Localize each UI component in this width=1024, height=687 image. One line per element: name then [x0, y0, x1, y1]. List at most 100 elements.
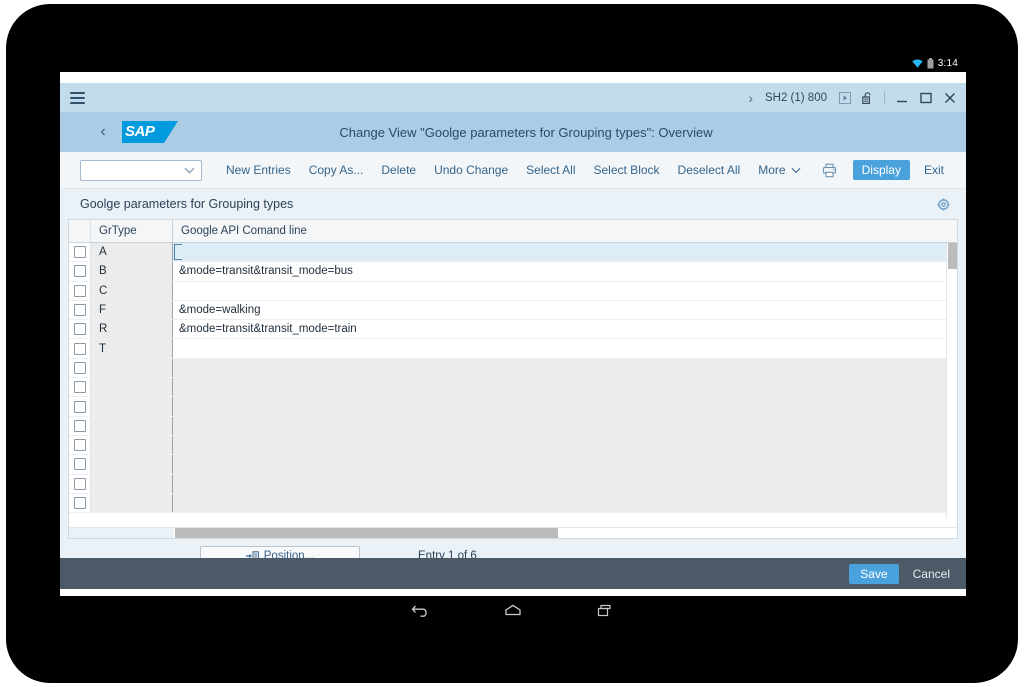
row-select-cell[interactable]	[69, 320, 91, 339]
more-button[interactable]: More	[749, 160, 809, 181]
row-checkbox[interactable]	[73, 304, 86, 317]
row-select-cell[interactable]	[69, 300, 91, 320]
table-row[interactable]: T	[69, 339, 957, 359]
row-grtype-cell[interactable]	[91, 455, 173, 474]
select-all-button[interactable]: Select All	[517, 160, 584, 181]
row-command-cell[interactable]	[173, 397, 957, 416]
row-command-cell[interactable]	[173, 435, 957, 455]
row-grtype-cell[interactable]	[91, 435, 173, 455]
row-grtype-cell[interactable]	[91, 358, 173, 378]
play-in-box-icon[interactable]	[839, 91, 851, 104]
save-button[interactable]: Save	[849, 563, 899, 584]
row-select-cell[interactable]	[69, 243, 91, 262]
row-select-cell[interactable]	[69, 281, 91, 300]
undo-change-button[interactable]: Undo Change	[425, 160, 517, 181]
back-chevron-icon[interactable]: ‹	[92, 123, 114, 141]
vertical-scrollbar-thumb[interactable]	[948, 243, 957, 269]
row-select-cell[interactable]	[69, 493, 91, 513]
row-checkbox[interactable]	[73, 400, 86, 413]
row-select-cell[interactable]	[69, 416, 91, 435]
close-icon[interactable]	[944, 92, 956, 104]
row-select-cell[interactable]	[69, 262, 91, 281]
recent-apps-icon[interactable]	[559, 596, 651, 625]
table-row-empty[interactable]	[69, 358, 957, 379]
table-row[interactable]: C	[69, 281, 957, 301]
printer-icon[interactable]	[812, 163, 847, 178]
row-grtype-cell[interactable]: A	[91, 243, 173, 262]
horizontal-scrollbar-thumb[interactable]	[175, 528, 558, 538]
table-row[interactable]: R &mode=transit&transit_mode=train	[69, 320, 957, 340]
table-row-empty[interactable]	[69, 397, 957, 417]
table-row-empty[interactable]	[69, 474, 957, 494]
hamburger-menu-icon[interactable]	[70, 91, 85, 104]
row-grtype-cell[interactable]: R	[91, 320, 173, 339]
row-select-cell[interactable]	[69, 474, 91, 493]
home-icon[interactable]	[467, 596, 559, 625]
row-grtype-cell[interactable]: F	[91, 300, 173, 320]
row-checkbox[interactable]	[73, 439, 86, 452]
row-select-cell[interactable]	[69, 455, 91, 474]
row-command-cell[interactable]	[173, 474, 957, 493]
row-command-cell[interactable]	[173, 339, 957, 358]
row-grtype-cell[interactable]: B	[91, 262, 173, 281]
row-grtype-cell[interactable]	[91, 474, 173, 493]
row-command-cell[interactable]	[173, 358, 957, 378]
gear-icon[interactable]	[937, 197, 950, 211]
row-grtype-cell[interactable]	[91, 416, 173, 435]
row-checkbox[interactable]	[73, 265, 86, 278]
row-checkbox[interactable]	[73, 381, 86, 394]
row-select-cell[interactable]	[69, 358, 91, 378]
table-row-empty[interactable]	[69, 416, 957, 436]
row-grtype-cell[interactable]: C	[91, 281, 173, 300]
cancel-button[interactable]: Cancel	[907, 564, 956, 584]
maximize-icon[interactable]	[920, 92, 932, 104]
table-row[interactable]: B &mode=transit&transit_mode=bus	[69, 262, 957, 282]
table-row-empty[interactable]	[69, 378, 957, 398]
row-grtype-cell[interactable]: T	[91, 339, 173, 358]
table-row-empty[interactable]	[69, 435, 957, 456]
row-command-cell[interactable]: &mode=transit&transit_mode=bus	[173, 262, 957, 281]
exit-button[interactable]: Exit	[914, 163, 952, 177]
unlocked-padlock-icon[interactable]	[862, 91, 873, 105]
row-checkbox[interactable]	[73, 361, 86, 374]
row-checkbox[interactable]	[73, 477, 86, 490]
table-row[interactable]: A	[69, 243, 957, 263]
row-command-cell[interactable]	[173, 243, 957, 262]
select-block-button[interactable]: Select Block	[585, 160, 669, 181]
row-select-cell[interactable]	[69, 397, 91, 416]
table-row-empty[interactable]	[69, 493, 957, 514]
row-command-cell[interactable]	[173, 416, 957, 435]
minimize-icon[interactable]	[896, 92, 908, 104]
table-row[interactable]: F &mode=walking	[69, 300, 957, 321]
row-command-cell[interactable]	[173, 378, 957, 397]
row-select-cell[interactable]	[69, 378, 91, 397]
row-checkbox[interactable]	[73, 284, 86, 297]
row-checkbox[interactable]	[73, 419, 86, 432]
row-select-cell[interactable]	[69, 435, 91, 455]
row-select-cell[interactable]	[69, 339, 91, 358]
delete-button[interactable]: Delete	[372, 160, 425, 181]
row-grtype-cell[interactable]	[91, 378, 173, 397]
new-entries-button[interactable]: New Entries	[217, 160, 300, 181]
table-row-empty[interactable]	[69, 455, 957, 475]
row-command-cell[interactable]	[173, 455, 957, 474]
row-checkbox[interactable]	[73, 342, 86, 355]
row-checkbox[interactable]	[73, 458, 86, 471]
row-grtype-cell[interactable]	[91, 397, 173, 416]
row-command-cell[interactable]	[173, 281, 957, 300]
row-checkbox[interactable]	[73, 497, 86, 509]
table-vertical-scrollbar[interactable]	[946, 243, 957, 518]
row-checkbox[interactable]	[73, 246, 86, 259]
row-command-cell[interactable]: &mode=walking	[173, 300, 957, 320]
copy-as-button[interactable]: Copy As...	[300, 160, 373, 181]
variant-select[interactable]	[80, 159, 202, 181]
chevron-right-icon[interactable]: ›	[748, 90, 753, 106]
row-grtype-cell[interactable]	[91, 493, 173, 513]
row-command-cell[interactable]: &mode=transit&transit_mode=train	[173, 320, 957, 339]
back-arrow-icon[interactable]	[375, 596, 467, 625]
table-horizontal-scrollbar[interactable]	[69, 527, 957, 538]
display-button[interactable]: Display	[852, 160, 910, 180]
deselect-all-button[interactable]: Deselect All	[669, 160, 750, 181]
row-checkbox[interactable]	[73, 323, 86, 336]
row-command-cell[interactable]	[173, 493, 957, 513]
